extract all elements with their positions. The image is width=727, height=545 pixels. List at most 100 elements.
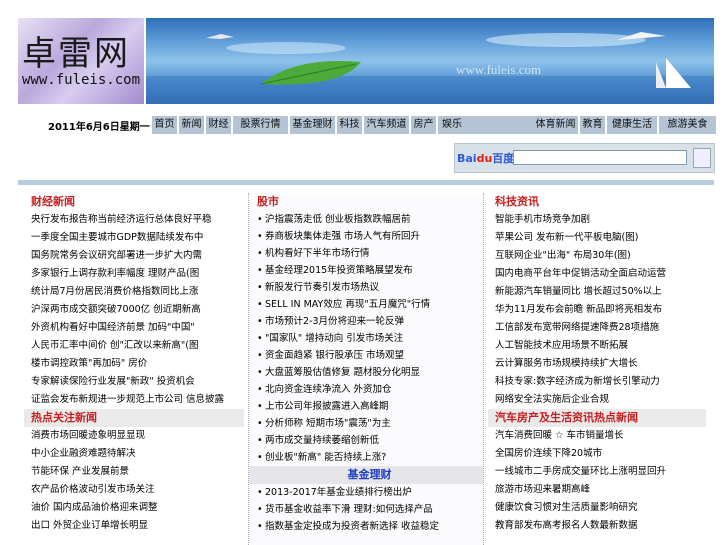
news-link[interactable]: 旅游市场迎来暑期高峰 [488,481,706,499]
news-link-text: "国家队" 增持动向 引发市场关注 [265,333,404,344]
left-column: 财经新闻 央行发布报告称当前经济运行总体良好平稳 一季度全国主要城市GDP数据陆续… [24,193,244,545]
news-link-text: 沪深两市成交额突破7000亿 创近期新高 [31,304,201,315]
section-title-funds: 基金理财 [249,466,483,484]
news-link-text: 中小企业融资难题待解决 [31,448,136,459]
banner-watermark-text: www.fuleis.com [456,62,541,77]
news-link-text: 消费市场回暖迹象明显显现 [31,430,146,441]
news-link[interactable]: • 上市公司年报披露进入高峰期 [249,398,483,415]
news-link[interactable]: 油价 国内成品油价格迎来调整 [24,499,244,517]
news-link[interactable]: 网络安全法实施后企业合规 [488,391,706,409]
nav-item-auto[interactable]: 汽车频道 [364,116,410,134]
news-link[interactable]: 苹果公司 发布新一代平板电脑(图) [488,229,706,247]
news-link-text: 网络安全法实施后企业合规 [495,394,610,405]
news-link[interactable]: 汽车消费回暖 ☆ 车市销量增长 [488,427,706,445]
news-link[interactable]: 中小企业融资难题待解决 [24,445,244,463]
news-link-text: 市场预计2-3月份将迎来一轮反弹 [265,316,405,327]
bullet-icon: • [257,384,263,395]
section-title-hot: 热点关注新闻 [24,409,244,427]
news-link[interactable]: • 创业板"新高" 能否持续上涨? [249,449,483,466]
news-link[interactable]: 云计算服务市场规模持续扩大增长 [488,355,706,373]
nav-item-tech[interactable]: 科技 [337,116,363,134]
nav-item-finance[interactable]: 财经 [206,116,232,134]
baidu-logo: Baidu百度 [457,150,514,166]
news-link-text: 大盘蓝筹股估值修复 题材股分化明显 [265,367,421,378]
nav-item-realestate[interactable]: 房产 [411,116,437,134]
news-link[interactable]: 华为11月发布会前瞻 新品即将亮相发布 [488,301,706,319]
news-link[interactable]: • 两市成交量持续萎缩创新低 [249,432,483,449]
news-link[interactable]: 统计局7月份居民消费价格指数同比上涨 [24,283,244,301]
news-link[interactable]: 工信部发布宽带网络提速降费28项措施 [488,319,706,337]
news-link[interactable]: 人工智能技术应用场景不断拓展 [488,337,706,355]
news-link[interactable]: • 市场预计2-3月份将迎来一轮反弹 [249,313,483,330]
news-link[interactable]: • 券商板块集体走强 市场人气有所回升 [249,228,483,245]
news-link[interactable]: 多家银行上调存款利率幅度 理财产品(图 [24,265,244,283]
news-link-text: 国务院常务会议研究部署进一步扩大内需 [31,250,203,261]
news-link[interactable]: 消费市场回暖迹象明显显现 [24,427,244,445]
news-link[interactable]: 央行发布报告称当前经济运行总体良好平稳 [24,211,244,229]
news-link[interactable]: • 沪指震荡走低 创业板指数跌幅居前 [249,211,483,228]
news-link[interactable]: • 资金面趋紧 银行股承压 市场观望 [249,347,483,364]
news-link-text: 华为11月发布会前瞻 新品即将亮相发布 [495,304,663,315]
news-link[interactable]: 一季度全国主要城市GDP数据陆续发布中 [24,229,244,247]
bullet-icon: • [257,214,263,225]
news-link-text: 国内电商平台年中促销活动全面启动运营 [495,268,667,279]
news-link[interactable]: • 指数基金定投成为投资者新选择 收益稳定 [249,518,483,535]
nav-item-entertainment[interactable]: 娱乐 [438,116,536,134]
news-link[interactable]: • 大盘蓝筹股估值修复 题材股分化明显 [249,364,483,381]
news-link[interactable]: 外资机构看好中国经济前景 加码"中国" [24,319,244,337]
news-link[interactable]: • 货币基金收益率下滑 理财:如何选择产品 [249,501,483,518]
section-title-tech: 科技资讯 [495,195,539,208]
news-link-text: 农产品价格波动引发市场关注 [31,484,155,495]
search-button[interactable] [693,148,711,168]
news-link-text: 人民币汇率中间价 创"汇改以来新高"(图 [31,340,199,351]
baidu-search-box: Baidu百度 [454,143,715,173]
news-link-text: 分析师称 短期市场"震荡"为主 [265,418,391,429]
news-link[interactable]: 农产品价格波动引发市场关注 [24,481,244,499]
news-link-text: 央行发布报告称当前经济运行总体良好平稳 [31,214,212,225]
news-link[interactable]: 科技专家:数字经济成为新增长引擎动力 [488,373,706,391]
news-link[interactable]: 证监会发布新规进一步规范上市公司 信息披露 [24,391,244,409]
news-link[interactable]: • SELL IN MAY效应 再现"五月魔咒"行情 [249,296,483,313]
search-input[interactable] [513,150,687,165]
news-link[interactable]: 出口 外贸企业订单增长明显 [24,517,244,535]
news-link-text: 证监会发布新规进一步规范上市公司 信息披露 [31,394,225,405]
nav-item-home[interactable]: 首页 [152,116,178,134]
nav-item-education[interactable]: 教育 [580,116,606,134]
site-logo[interactable]: 卓雷网 www.fuleis.com [18,18,144,104]
news-link[interactable]: 智能手机市场竞争加剧 [488,211,706,229]
news-link[interactable]: • 基金经理2015年投资策略展望发布 [249,262,483,279]
news-link[interactable]: 互联网企业"出海" 布局30年(图) [488,247,706,265]
nav-item-news[interactable]: 新闻 [179,116,205,134]
news-link[interactable]: • 北向资金连续净流入 外资加仓 [249,381,483,398]
nav-item-sports[interactable]: 体育新闻 [533,116,579,134]
nav-item-stocks[interactable]: 股票行情 [233,116,289,134]
news-link-text: 券商板块集体走强 市场人气有所回升 [265,231,421,242]
news-link[interactable]: 专家解读保险行业发展"新政" 投资机会 [24,373,244,391]
nav-item-travel[interactable]: 旅游美食 [659,116,717,134]
news-link[interactable]: 人民币汇率中间价 创"汇改以来新高"(图 [24,337,244,355]
nav-item-funds[interactable]: 基金理财 [290,116,336,134]
news-link[interactable]: 国内电商平台年中促销活动全面启动运营 [488,265,706,283]
news-link[interactable]: 沪深两市成交额突破7000亿 创近期新高 [24,301,244,319]
news-link-text: 汽车消费回暖 ☆ 车市销量增长 [495,430,624,441]
news-link-text: 教育部发布高考报名人数最新数据 [495,520,638,531]
news-link[interactable]: • 机构看好下半年市场行情 [249,245,483,262]
news-link[interactable]: 楼市调控政策"再加码" 房价 [24,355,244,373]
news-link[interactable]: 新能源汽车销量同比 增长超过50%以上 [488,283,706,301]
news-link[interactable]: 全国房价连续下降20城市 [488,445,706,463]
news-link[interactable]: 国务院常务会议研究部署进一步扩大内需 [24,247,244,265]
banner-image: www.fuleis.com [146,18,714,104]
logo-chinese-text: 卓雷网 [22,34,130,74]
news-link-text: 人工智能技术应用场景不断拓展 [495,340,629,351]
news-link[interactable]: • 新股发行节奏引发市场热议 [249,279,483,296]
news-link[interactable]: 节能环保 产业发展前景 [24,463,244,481]
news-link[interactable]: • 分析师称 短期市场"震荡"为主 [249,415,483,432]
news-link[interactable]: 健康饮食习惯对生活质量影响研究 [488,499,706,517]
right-column: 科技资讯 智能手机市场竞争加剧 苹果公司 发布新一代平板电脑(图) 互联网企业"出海… [488,193,706,545]
news-link[interactable]: • "国家队" 增持动向 引发市场关注 [249,330,483,347]
news-link[interactable]: 教育部发布高考报名人数最新数据 [488,517,706,535]
nav-item-health[interactable]: 健康生活 [607,116,658,134]
news-link[interactable]: 一线城市二手房成交量环比上涨明显回升 [488,463,706,481]
news-link[interactable]: • 2013-2017年基金业绩排行榜出炉 [249,484,483,501]
sailboat-icon [666,58,691,88]
